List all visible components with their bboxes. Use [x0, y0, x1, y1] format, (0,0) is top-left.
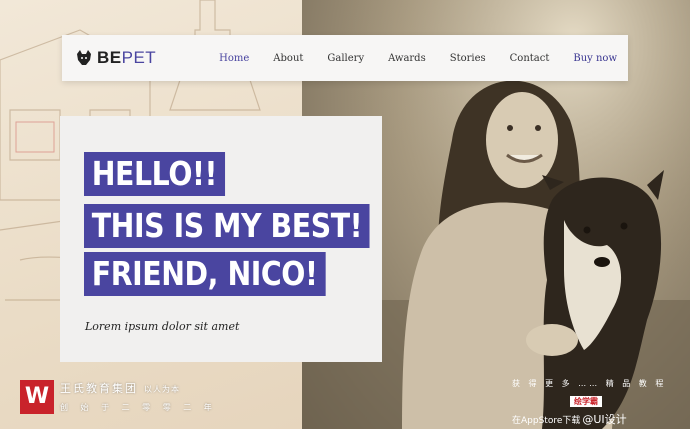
watermark-badge: 绘学霸	[570, 396, 602, 407]
brand-logo[interactable]: BEPET	[74, 48, 156, 68]
watermark-founded: 创 始 于 二 零 零 二 年	[60, 403, 217, 412]
nav-home-link[interactable]: Home	[219, 53, 249, 64]
hero-heading-line-2: THIS IS MY BEST!	[84, 204, 370, 248]
weibo-handle: @UI设计	[582, 413, 627, 426]
hero-heading-line-3: FRIEND, NICO!	[84, 252, 326, 296]
hero-heading-line-1: HELLO!!	[84, 152, 225, 196]
nav-about-link[interactable]: About	[273, 53, 303, 64]
nav-contact-link[interactable]: Contact	[510, 53, 550, 64]
hero-card: HELLO!! THIS IS MY BEST! FRIEND, NICO! L…	[60, 116, 382, 362]
watermark-wang-education: W 王氏教育集团 以人为本 创 始 于 二 零 零 二 年	[20, 380, 217, 414]
buy-now-link[interactable]: Buy now	[573, 53, 617, 64]
wang-logo-icon: W	[20, 380, 54, 414]
hero-subtitle: Lorem ipsum dolor sit amet	[85, 320, 240, 333]
brand-name: BEPET	[97, 48, 157, 67]
nav-awards-link[interactable]: Awards	[388, 53, 426, 64]
watermark-title: 王氏教育集团 以人为本	[60, 382, 180, 395]
watermark-download: 在AppStore下载 @UI设计	[512, 413, 627, 426]
nav-gallery-link[interactable]: Gallery	[327, 53, 364, 64]
dog-head-icon	[77, 50, 91, 65]
nav-stories-link[interactable]: Stories	[450, 53, 486, 64]
main-navigation: Home About Gallery Awards Stories Contac…	[195, 53, 617, 64]
watermark-app-promo: 获 得 更 多 …… 精 品 教 程 绘学霸 在AppStore下载 @UI设计	[512, 378, 688, 427]
watermark-promo-line: 获 得 更 多 …… 精 品 教 程	[512, 379, 667, 388]
top-navbar: BEPET Home About Gallery Awards Stories …	[62, 35, 628, 81]
